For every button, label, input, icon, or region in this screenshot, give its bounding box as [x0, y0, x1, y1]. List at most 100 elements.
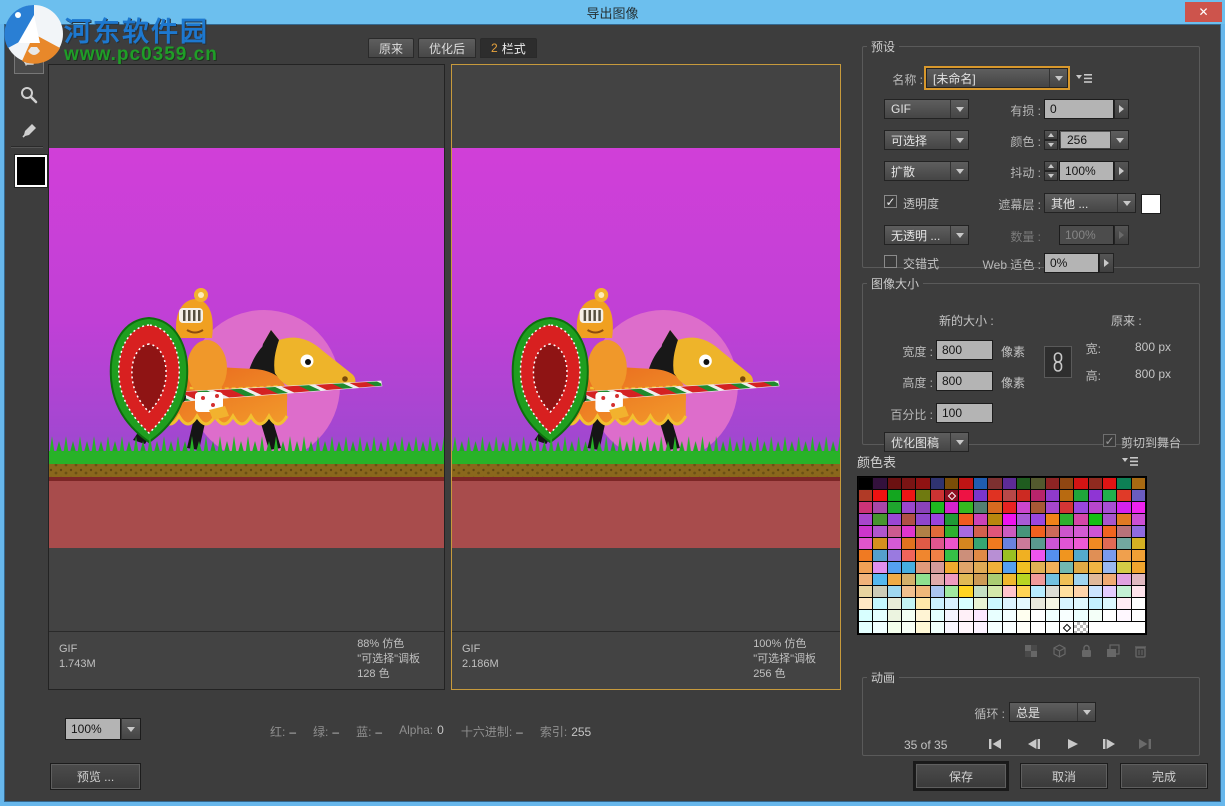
color-swatch[interactable]: [1003, 526, 1016, 537]
color-swatch[interactable]: [1046, 538, 1059, 549]
color-swatch[interactable]: [1060, 622, 1073, 633]
color-swatch[interactable]: [1074, 538, 1087, 549]
color-swatch[interactable]: [1132, 550, 1145, 561]
color-swatch[interactable]: [916, 610, 929, 621]
color-swatch[interactable]: [902, 574, 915, 585]
color-swatch[interactable]: [888, 562, 901, 573]
color-swatch[interactable]: [1132, 514, 1145, 525]
color-swatch[interactable]: [931, 490, 944, 501]
color-swatch[interactable]: [945, 586, 958, 597]
color-swatch[interactable]: [1031, 538, 1044, 549]
color-swatch[interactable]: [1132, 538, 1145, 549]
color-swatch[interactable]: [974, 478, 987, 489]
tab-optimized[interactable]: 优化后: [418, 38, 476, 58]
color-swatch[interactable]: [974, 526, 987, 537]
dither-input[interactable]: 100%: [1059, 161, 1114, 181]
preset-name-select[interactable]: [未命名]: [926, 68, 1068, 88]
color-swatch[interactable]: [1103, 598, 1116, 609]
zoom-dropdown-arrow[interactable]: [121, 718, 141, 740]
color-swatch[interactable]: [1017, 526, 1030, 537]
play-button[interactable]: [1061, 736, 1083, 752]
color-swatch[interactable]: [902, 526, 915, 537]
color-swatch[interactable]: [1031, 478, 1044, 489]
color-swatch[interactable]: [959, 550, 972, 561]
color-swatch[interactable]: [1003, 514, 1016, 525]
color-swatch[interactable]: [859, 586, 872, 597]
color-swatch[interactable]: [974, 574, 987, 585]
color-swatch[interactable]: [974, 490, 987, 501]
color-swatch[interactable]: [873, 490, 886, 501]
web-snap-slider-button[interactable]: [1099, 253, 1114, 273]
zoom-tool-button[interactable]: [16, 82, 42, 108]
color-swatch[interactable]: [959, 490, 972, 501]
color-swatch[interactable]: [1031, 610, 1044, 621]
color-swatch[interactable]: [1074, 514, 1087, 525]
color-swatch[interactable]: [1103, 586, 1116, 597]
color-swatch[interactable]: [873, 586, 886, 597]
color-swatch[interactable]: [1132, 490, 1145, 501]
color-swatch[interactable]: [1074, 562, 1087, 573]
color-swatch[interactable]: [916, 538, 929, 549]
color-swatch[interactable]: [1031, 574, 1044, 585]
snap-to-web-icon[interactable]: [1024, 644, 1039, 658]
color-swatch[interactable]: [1017, 514, 1030, 525]
color-swatch[interactable]: [959, 502, 972, 513]
save-button[interactable]: 保存: [915, 763, 1007, 789]
color-swatch[interactable]: [1074, 526, 1087, 537]
color-swatch[interactable]: [945, 526, 958, 537]
color-swatch[interactable]: [1132, 574, 1145, 585]
color-swatch[interactable]: [1117, 526, 1130, 537]
color-swatch[interactable]: [1089, 502, 1102, 513]
color-swatch[interactable]: [902, 622, 915, 633]
color-swatch[interactable]: [1060, 574, 1073, 585]
color-swatch[interactable]: [1017, 598, 1030, 609]
color-swatch[interactable]: [1103, 538, 1116, 549]
matte-select[interactable]: 其他 ...: [1044, 193, 1136, 213]
transparency-dither-select[interactable]: 无透明 ...: [884, 225, 969, 245]
color-swatch[interactable]: [1003, 598, 1016, 609]
color-swatch[interactable]: [1117, 478, 1130, 489]
color-swatch[interactable]: [1017, 502, 1030, 513]
trash-icon[interactable]: [1134, 644, 1147, 658]
color-swatch[interactable]: [931, 502, 944, 513]
color-swatch[interactable]: [945, 574, 958, 585]
clip-to-stage-checkbox[interactable]: ✓: [1103, 434, 1116, 447]
optimize-select[interactable]: 优化图稿: [884, 432, 969, 452]
color-swatch[interactable]: [1103, 514, 1116, 525]
color-swatch[interactable]: [959, 574, 972, 585]
color-swatch[interactable]: [988, 598, 1001, 609]
color-swatch[interactable]: [1103, 562, 1116, 573]
color-swatch[interactable]: [916, 562, 929, 573]
color-swatch[interactable]: [988, 514, 1001, 525]
color-swatch[interactable]: [1017, 586, 1030, 597]
color-swatch[interactable]: [1017, 538, 1030, 549]
color-swatch[interactable]: [1117, 550, 1130, 561]
color-swatch[interactable]: [1003, 538, 1016, 549]
color-swatch[interactable]: [945, 502, 958, 513]
color-swatch[interactable]: [931, 586, 944, 597]
color-swatch[interactable]: [1074, 502, 1087, 513]
color-swatch[interactable]: [1089, 574, 1102, 585]
color-swatch[interactable]: [974, 622, 987, 633]
color-swatch[interactable]: [902, 550, 915, 561]
color-swatch[interactable]: [959, 514, 972, 525]
color-swatch[interactable]: [1017, 562, 1030, 573]
zoom-level-select[interactable]: 100%: [65, 718, 141, 740]
color-swatch[interactable]: [873, 622, 886, 633]
arrow-down-icon[interactable]: [1044, 171, 1058, 181]
color-swatch[interactable]: [1132, 598, 1145, 609]
color-swatch[interactable]: [859, 562, 872, 573]
color-swatch[interactable]: [1089, 478, 1102, 489]
color-swatch[interactable]: [873, 562, 886, 573]
color-swatch[interactable]: [1117, 490, 1130, 501]
color-swatch[interactable]: [859, 574, 872, 585]
color-swatch[interactable]: [1017, 610, 1030, 621]
color-swatch[interactable]: [1074, 622, 1087, 633]
color-swatch[interactable]: [1089, 586, 1102, 597]
color-swatch[interactable]: [873, 514, 886, 525]
color-swatch[interactable]: [1060, 586, 1073, 597]
color-swatch[interactable]: [1117, 538, 1130, 549]
color-swatch[interactable]: [1003, 550, 1016, 561]
color-swatch[interactable]: [959, 526, 972, 537]
color-swatch[interactable]: [1132, 526, 1145, 537]
